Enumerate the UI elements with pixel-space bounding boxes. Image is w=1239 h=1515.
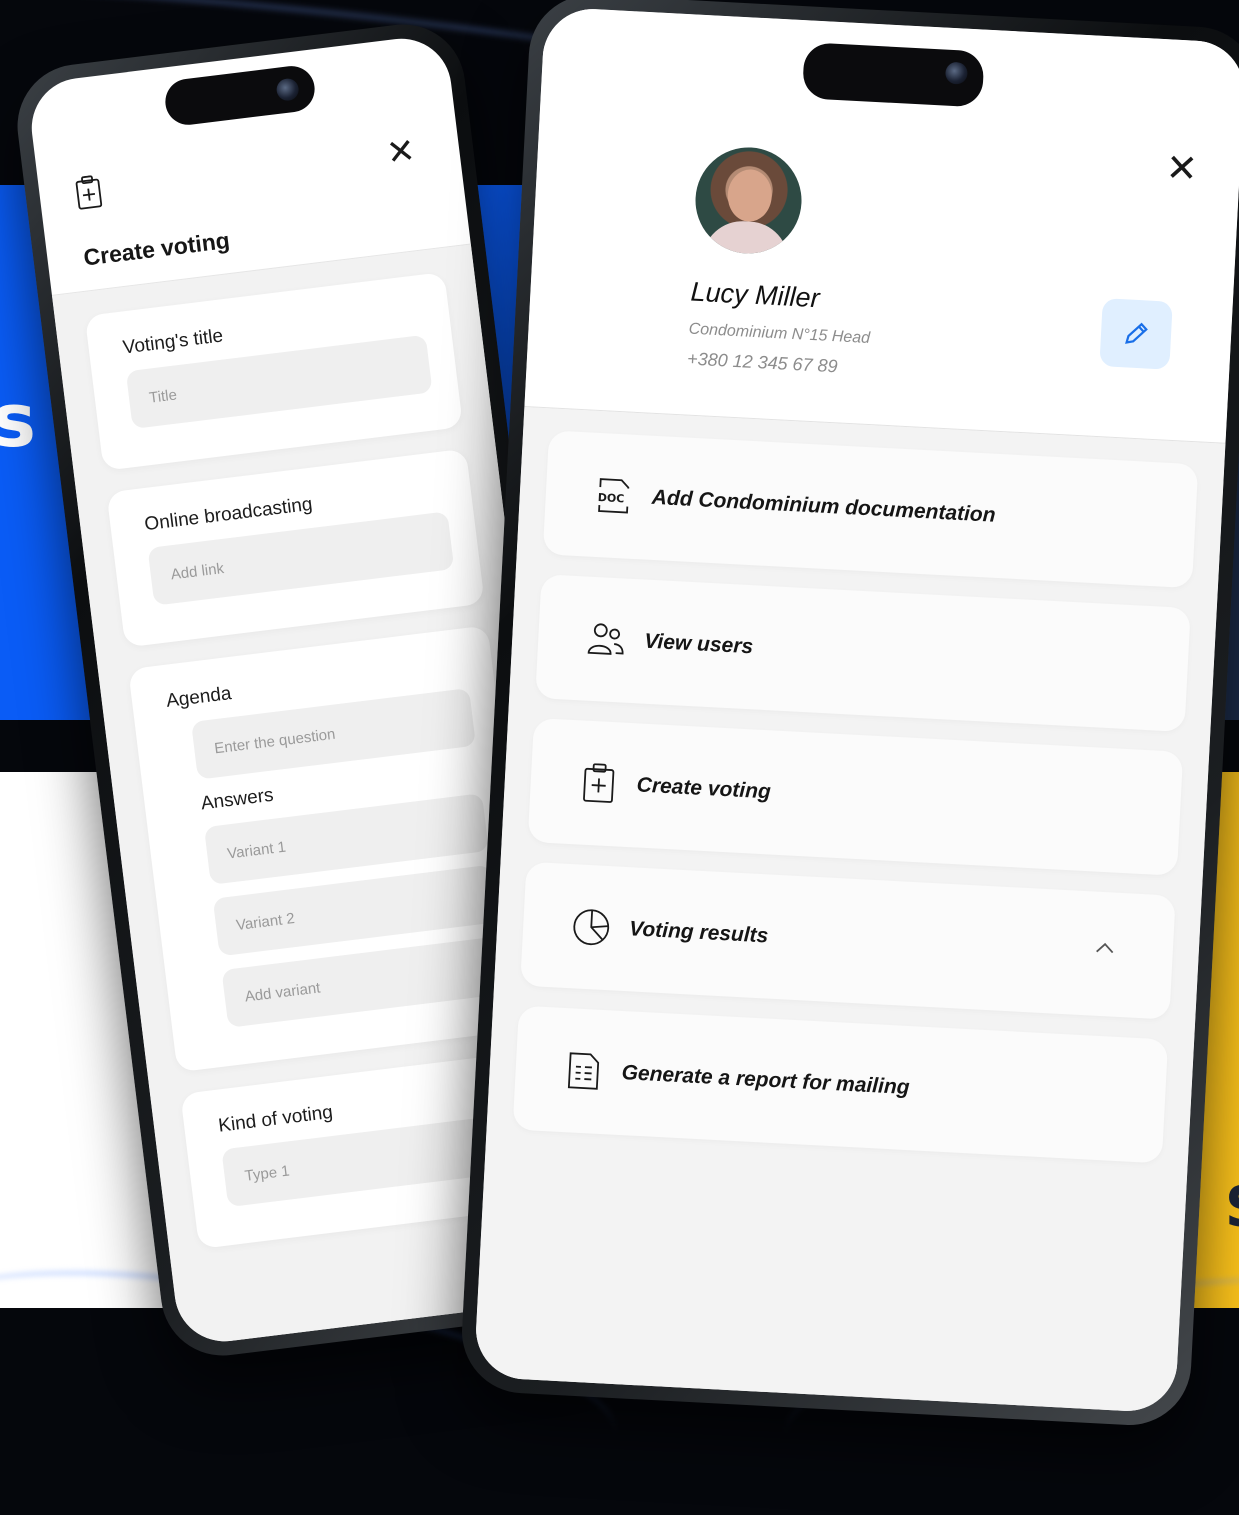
close-icon[interactable]: ✕ [1165, 149, 1199, 189]
avatar-shirt [702, 219, 790, 256]
menu-item-view-users[interactable]: View users [535, 574, 1191, 732]
broadcast-card: Online broadcasting Add link [106, 449, 484, 648]
page-title: Create voting [82, 227, 231, 272]
dynamic-island [802, 42, 985, 107]
avatar [693, 145, 804, 256]
user-name: Lucy Miller [690, 277, 820, 315]
doc-file-icon: DOC [593, 475, 635, 517]
users-icon [585, 619, 627, 661]
edit-profile-button[interactable] [1099, 298, 1172, 370]
svg-text:DOC: DOC [597, 491, 624, 505]
clipboard-plus-icon [74, 174, 104, 211]
menu-item-label: View users [644, 630, 754, 660]
close-icon[interactable]: ✕ [385, 134, 417, 171]
profile-menu-list: DOC Add Condominium documentation View u… [474, 407, 1226, 1413]
camera-lens [275, 77, 300, 102]
pie-chart-icon [570, 906, 612, 948]
phone-screen: ✕ Lucy Miller Condominium N°15 Head +380… [474, 7, 1239, 1414]
menu-item-generate-report[interactable]: Generate a report for mailing [513, 1006, 1169, 1164]
profile-header: ✕ Lucy Miller Condominium N°15 Head +380… [524, 7, 1239, 444]
chevron-up-icon[interactable] [1095, 942, 1116, 955]
background-letter: S [1225, 1175, 1239, 1240]
dynamic-island [163, 63, 317, 127]
clipboard-plus-icon [578, 762, 620, 804]
agenda-card: Agenda Enter the question Answers Varian… [128, 625, 537, 1072]
voting-title-card: Voting's title Title [85, 272, 463, 471]
menu-item-label: Voting results [629, 917, 769, 948]
menu-item-label: Add Condominium documentation [651, 486, 996, 528]
menu-item-label: Create voting [636, 773, 771, 804]
menu-item-create-voting[interactable]: Create voting [528, 718, 1184, 876]
phone-profile-menu: ✕ Lucy Miller Condominium N°15 Head +380… [459, 0, 1239, 1428]
menu-item-label: Generate a report for mailing [621, 1061, 910, 1100]
avatar-face [726, 168, 773, 222]
menu-item-voting-results[interactable]: Voting results [520, 862, 1176, 1020]
pencil-icon [1121, 319, 1150, 348]
user-phone: +380 12 345 67 89 [687, 348, 839, 377]
menu-item-add-documentation[interactable]: DOC Add Condominium documentation [543, 430, 1199, 588]
report-icon [563, 1050, 605, 1092]
user-role: Condominium N°15 Head [688, 321, 870, 348]
background-letter: s [0, 378, 36, 464]
camera-lens [945, 62, 968, 85]
